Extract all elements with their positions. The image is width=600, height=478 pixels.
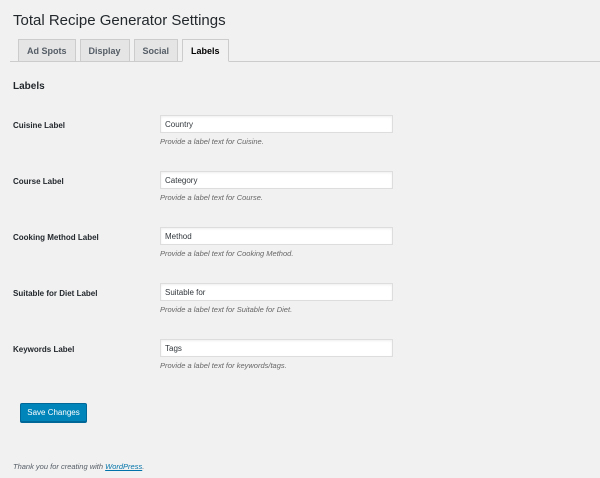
form-row-suitable-for-diet: Suitable for Diet Label Provide a label … <box>0 283 600 323</box>
page-title: Total Recipe Generator Settings <box>13 12 226 29</box>
keywords-label-input[interactable] <box>160 339 393 357</box>
form-row-keywords: Keywords Label Provide a label text for … <box>0 339 600 379</box>
footer-credit: Thank you for creating with WordPress. <box>13 462 144 472</box>
keywords-label: Keywords Label <box>13 345 75 354</box>
form-row-course: Course Label Provide a label text for Co… <box>0 171 600 211</box>
suitable-for-diet-label-input[interactable] <box>160 283 393 301</box>
tab-labels[interactable]: Labels <box>182 39 229 62</box>
tab-social[interactable]: Social <box>133 39 179 61</box>
cuisine-description: Provide a label text for Cuisine. <box>160 137 264 146</box>
cuisine-label: Cuisine Label <box>13 121 66 130</box>
section-heading: Labels <box>13 81 45 92</box>
course-description: Provide a label text for Course. <box>160 193 263 202</box>
tab-ad-spots[interactable]: Ad Spots <box>18 39 76 61</box>
wordpress-link[interactable]: WordPress <box>105 462 142 471</box>
form-row-cooking-method: Cooking Method Label Provide a label tex… <box>0 227 600 267</box>
cuisine-label-input[interactable] <box>160 115 393 133</box>
footer-period: . <box>142 462 145 471</box>
save-changes-button[interactable]: Save Changes <box>20 403 87 422</box>
cooking-method-label: Cooking Method Label <box>13 233 99 242</box>
suitable-for-diet-description: Provide a label text for Suitable for Di… <box>160 305 293 314</box>
footer-text: Thank you for creating with <box>13 462 106 471</box>
suitable-for-diet-label: Suitable for Diet Label <box>13 289 98 298</box>
tabs-divider <box>10 61 600 62</box>
tab-display[interactable]: Display <box>79 39 130 61</box>
course-label-input[interactable] <box>160 171 393 189</box>
keywords-description: Provide a label text for keywords/tags. <box>160 361 287 370</box>
cooking-method-description: Provide a label text for Cooking Method. <box>160 249 294 258</box>
course-label: Course Label <box>13 177 64 186</box>
settings-tabs: Ad Spots Display Social Labels <box>18 39 229 62</box>
form-row-cuisine: Cuisine Label Provide a label text for C… <box>0 115 600 155</box>
cooking-method-label-input[interactable] <box>160 227 393 245</box>
